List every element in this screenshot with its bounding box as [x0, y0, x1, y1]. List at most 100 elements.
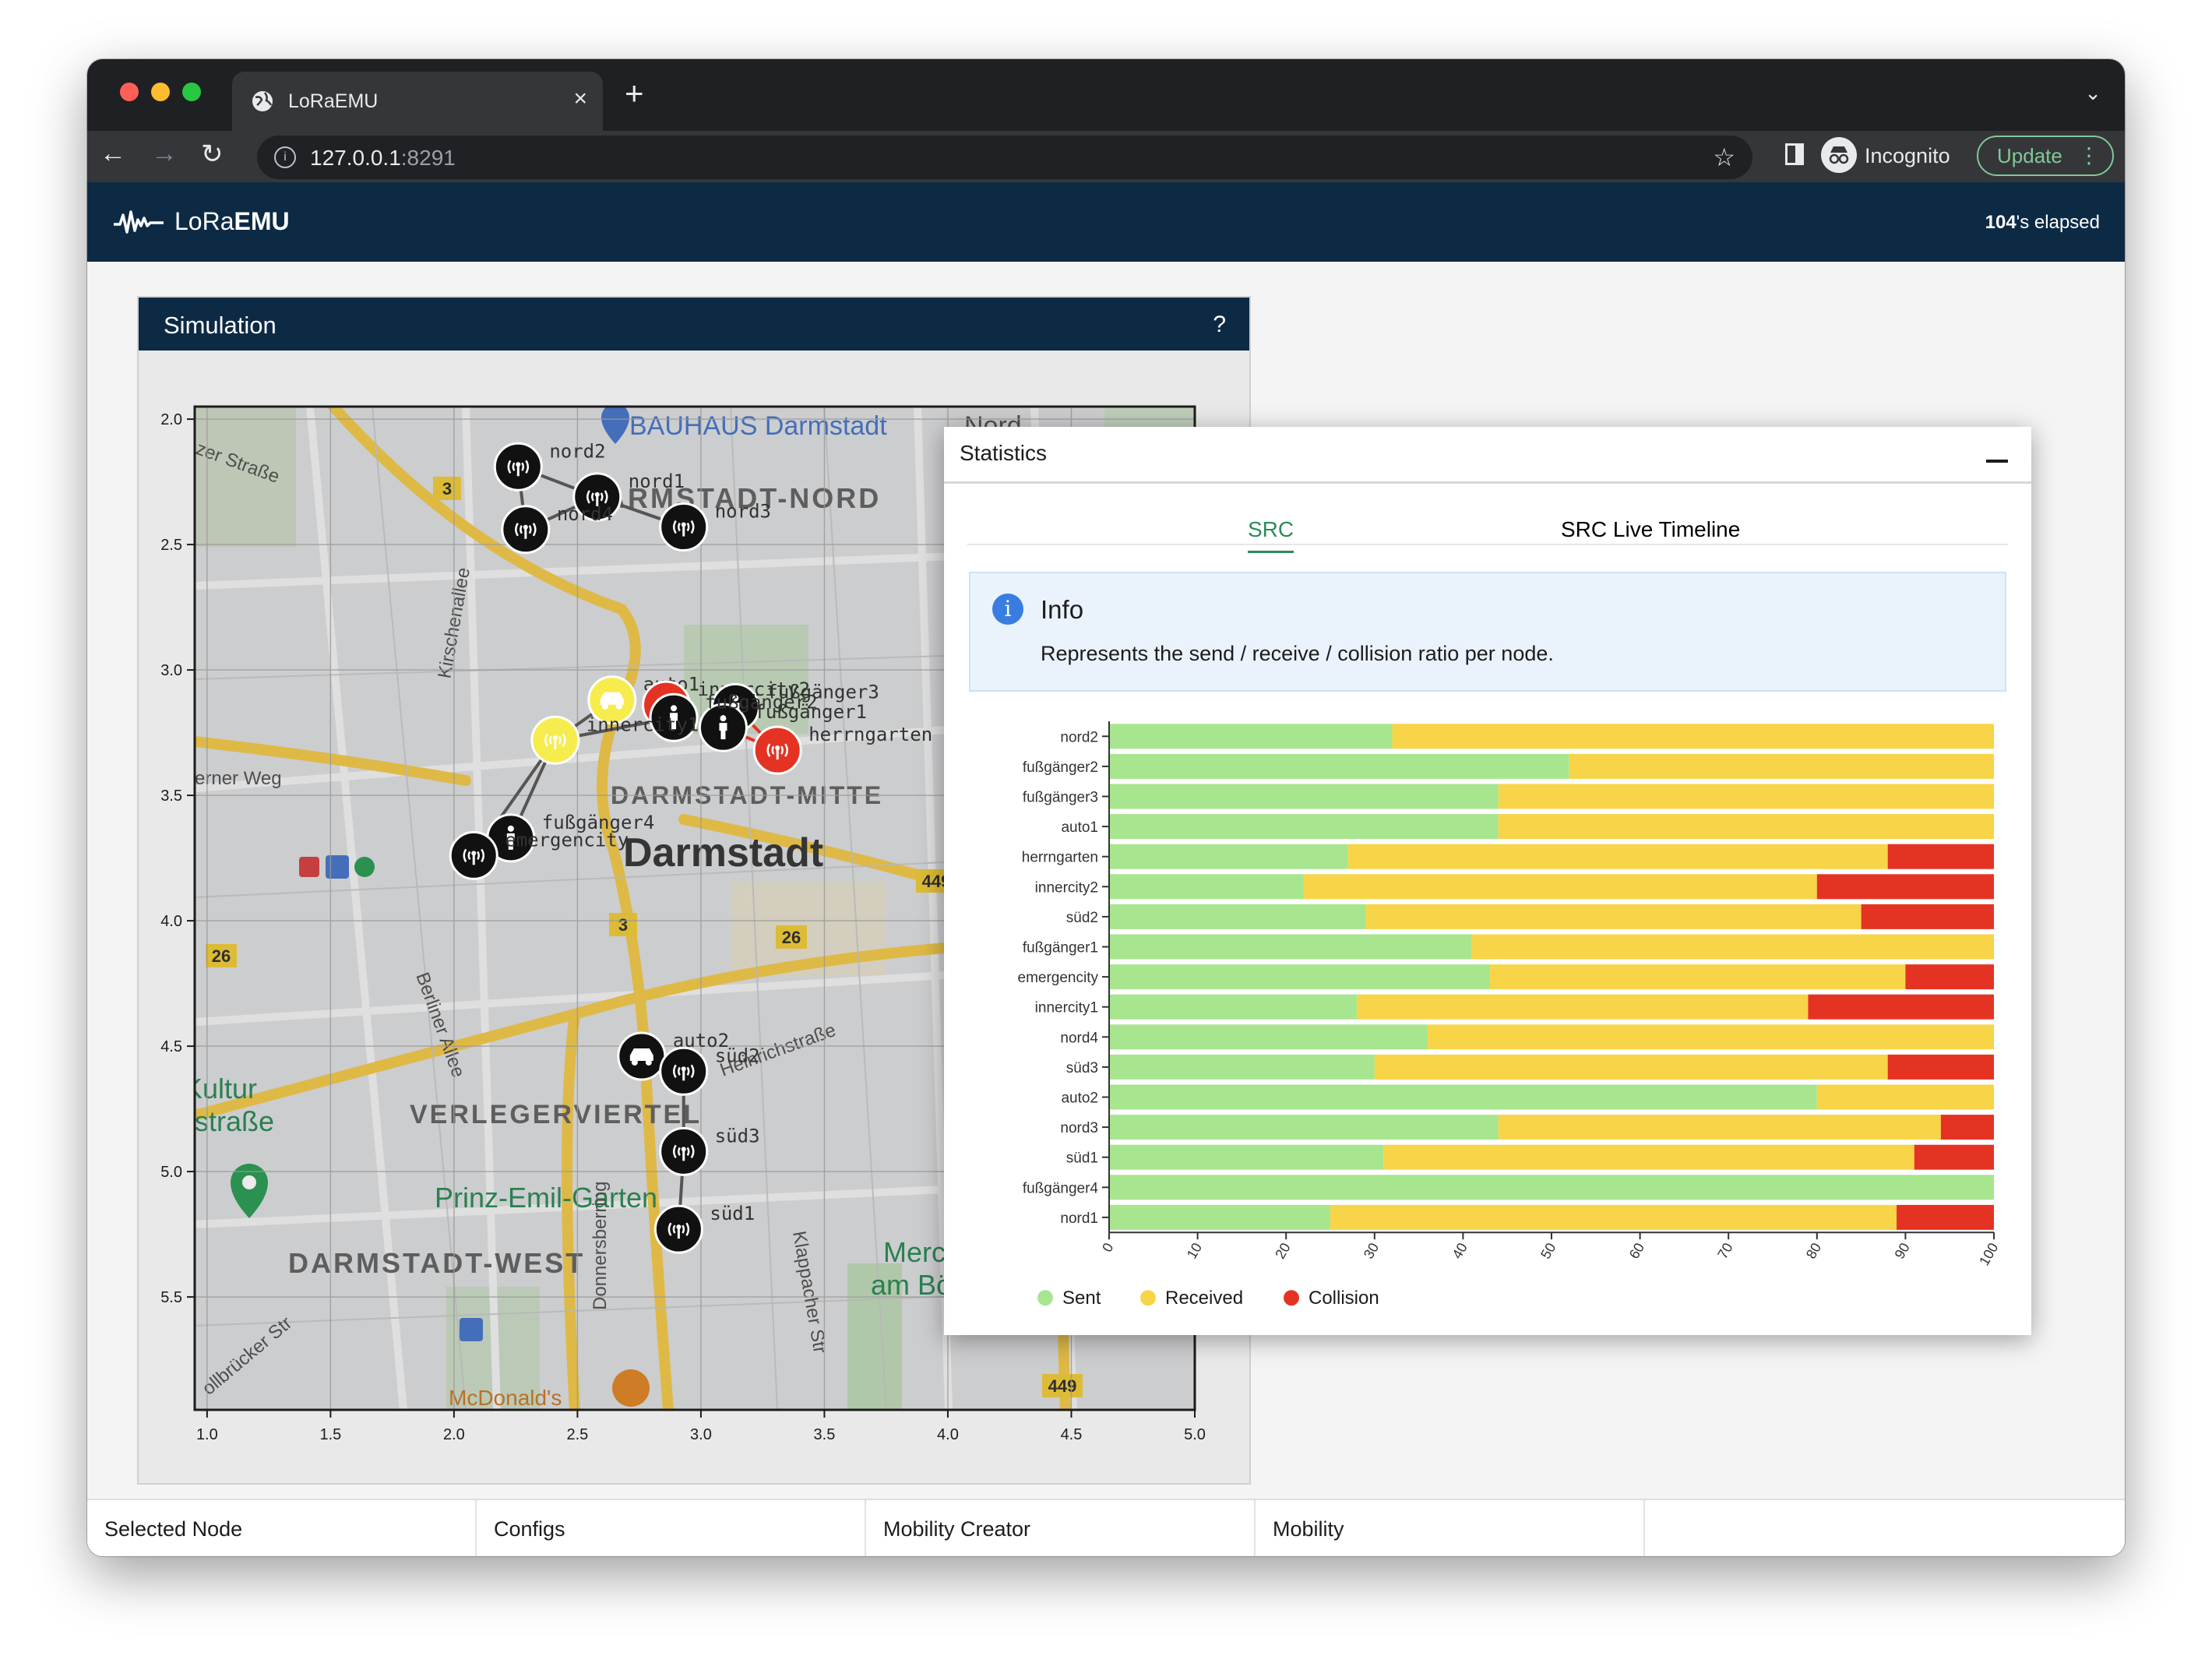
x-tick-label: 70	[1714, 1240, 1735, 1261]
bar-segment-received	[1365, 904, 1862, 929]
bar-segment-received	[1498, 1115, 1941, 1140]
tab-src-live-timeline[interactable]: SRC Live Timeline	[1561, 517, 1740, 542]
tab-title: LoRaEMU	[288, 90, 379, 112]
info-text: Represents the send / receive / collisio…	[1041, 642, 1554, 665]
x-tick-label: 10	[1184, 1240, 1205, 1261]
tab-mobility-creator[interactable]: Mobility Creator	[866, 1500, 1256, 1556]
bar-segment-sent	[1109, 1084, 1817, 1110]
help-button[interactable]: ?	[1213, 312, 1226, 338]
bar-segment-collision	[1861, 904, 1994, 929]
bar-segment-received	[1303, 874, 1817, 900]
globe-icon	[252, 91, 273, 111]
statistics-tabs: SRC SRC Live Timeline	[967, 505, 2008, 553]
x-tick-label: 2.0	[443, 1426, 465, 1443]
category-label: nord4	[1060, 1030, 1098, 1046]
category-label: herrngarten	[1022, 850, 1098, 866]
tab-src[interactable]: SRC	[1248, 517, 1294, 553]
tab-mobility[interactable]: Mobility	[1256, 1500, 1645, 1556]
bar-area	[1109, 724, 1994, 1230]
back-icon[interactable]: ←	[100, 139, 126, 169]
info-alert: i Info Represents the send / receive / c…	[969, 572, 2006, 692]
browser-toolbar: ← → ↻ i 127.0.0.1:8291 ☆ Incognito Updat…	[87, 131, 2125, 182]
category-label: süd2	[1066, 910, 1098, 926]
bar-segment-sent	[1109, 964, 1490, 990]
y-tick-label: 5.0	[160, 1164, 182, 1181]
bottom-tab-bar: Selected Node Configs Mobility Creator M…	[87, 1499, 2125, 1556]
y-tick-label: 3.0	[160, 662, 182, 679]
svg-text:Received: Received	[1165, 1288, 1243, 1309]
waveform-logo-icon	[114, 210, 164, 234]
info-title: Info	[1041, 595, 1084, 624]
x-tick-label: 2.5	[567, 1426, 589, 1443]
node-label: nord2	[549, 440, 605, 462]
forward-icon[interactable]: →	[151, 139, 178, 169]
site-info-icon[interactable]: i	[274, 146, 296, 168]
svg-text:Sent: Sent	[1062, 1288, 1101, 1309]
statistics-header: Statistics	[944, 427, 2031, 484]
node-label: emergencity	[505, 829, 629, 851]
node-label: süd3	[715, 1125, 760, 1147]
bar-segment-received	[1498, 784, 1994, 809]
legend-item-collision: Collision	[1284, 1288, 1379, 1309]
side-panel-icon[interactable]	[1785, 143, 1804, 165]
category-label: auto2	[1061, 1090, 1098, 1107]
close-window-button[interactable]	[120, 83, 139, 101]
bar-segment-sent	[1109, 874, 1304, 900]
bar-segment-received	[1347, 844, 1888, 869]
tab-configs[interactable]: Configs	[477, 1500, 866, 1556]
more-menu-icon[interactable]: ⋮	[2078, 137, 2100, 174]
bar-segment-sent	[1109, 994, 1358, 1020]
node-label: herrngarten	[808, 724, 932, 745]
bar-segment-collision	[1914, 1144, 1994, 1170]
category-label: fußgänger2	[1023, 759, 1098, 776]
x-tick-label: 30	[1361, 1240, 1382, 1261]
elapsed-time: 104's elapsed	[1985, 212, 2100, 233]
x-tick-label: 50	[1537, 1240, 1559, 1261]
bar-segment-sent	[1109, 724, 1393, 749]
x-tick-label: 80	[1803, 1240, 1824, 1261]
y-tick-label: 2.5	[160, 537, 182, 554]
y-tick-label: 2.0	[160, 411, 182, 428]
x-tick-label: 20	[1272, 1240, 1293, 1261]
browser-tab[interactable]: LoRaEMU ×	[232, 72, 603, 131]
app-logo[interactable]: LoRaEMU	[174, 207, 290, 236]
x-tick-label: 4.5	[1061, 1426, 1083, 1443]
statistics-window: Statistics SRC SRC Live Timeline i Info …	[944, 427, 2031, 1335]
bar-segment-sent	[1109, 1024, 1428, 1050]
category-label: süd1	[1066, 1150, 1098, 1167]
node-label: innercity1	[586, 713, 699, 735]
svg-text:Collision: Collision	[1309, 1288, 1379, 1309]
node-label: süd2	[715, 1045, 760, 1066]
bookmark-star-icon[interactable]: ☆	[1713, 143, 1735, 172]
update-button[interactable]: Update ⋮	[1977, 136, 2114, 176]
bar-segment-collision	[1816, 874, 1994, 900]
node-label: nord1	[629, 470, 685, 492]
close-tab-icon[interactable]: ×	[573, 86, 587, 112]
bar-segment-received	[1427, 1024, 1994, 1050]
simulation-title: Simulation	[164, 312, 276, 339]
bar-segment-received	[1383, 1144, 1914, 1170]
node-label: nord4	[557, 503, 613, 525]
x-tick-label: 0	[1099, 1240, 1116, 1255]
minimize-window-button[interactable]	[151, 83, 170, 101]
x-tick-label: 60	[1626, 1240, 1647, 1261]
src-stacked-bar-chart: nord2 fußgänger2 fußgänger3 auto1 herrngarte…	[1018, 721, 2001, 1309]
category-label: fußgänger1	[1023, 940, 1098, 957]
bar-segment-sent	[1109, 904, 1366, 929]
bar-segment-received	[1392, 724, 1994, 749]
legend-item-sent: Sent	[1037, 1288, 1101, 1309]
address-bar[interactable]: i 127.0.0.1:8291 ☆	[257, 136, 1752, 179]
tab-search-icon[interactable]: ⌄	[2084, 81, 2101, 105]
bar-segment-sent	[1109, 1144, 1384, 1170]
tab-selected-node[interactable]: Selected Node	[87, 1500, 477, 1556]
new-tab-button[interactable]: +	[625, 75, 644, 112]
reload-icon[interactable]: ↻	[201, 139, 224, 170]
incognito-icon[interactable]	[1821, 137, 1857, 173]
x-tick-label: 3.0	[690, 1426, 712, 1443]
zoom-window-button[interactable]	[182, 83, 201, 101]
minimize-icon[interactable]	[1986, 435, 2008, 466]
bar-segment-received	[1489, 964, 1906, 990]
node-label: fußgänger2	[705, 691, 818, 713]
category-label: nord1	[1060, 1210, 1098, 1227]
category-label: nord3	[1060, 1120, 1098, 1136]
